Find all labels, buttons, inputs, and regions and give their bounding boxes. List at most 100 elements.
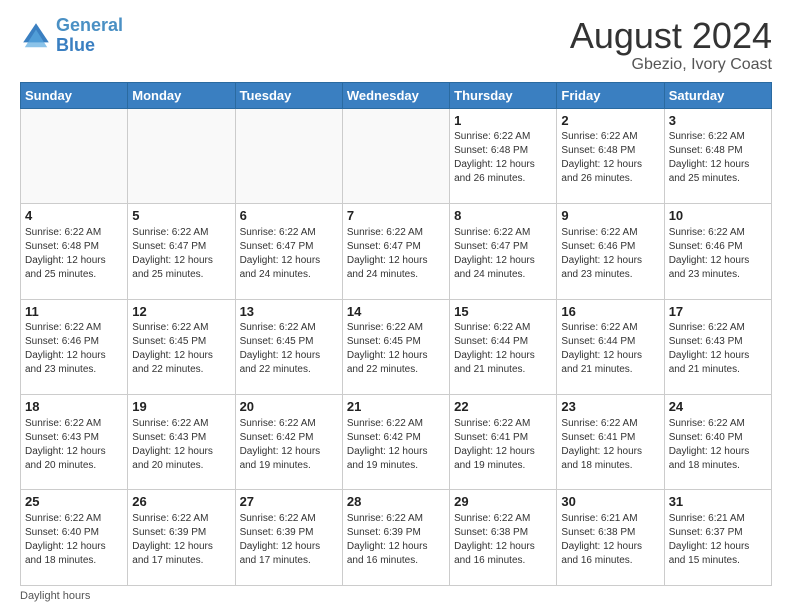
calendar-header-row: SundayMondayTuesdayWednesdayThursdayFrid… <box>21 82 772 108</box>
calendar-cell: 21Sunrise: 6:22 AM Sunset: 6:42 PM Dayli… <box>342 395 449 490</box>
calendar-cell: 2Sunrise: 6:22 AM Sunset: 6:48 PM Daylig… <box>557 108 664 203</box>
calendar-cell <box>342 108 449 203</box>
calendar-cell: 16Sunrise: 6:22 AM Sunset: 6:44 PM Dayli… <box>557 299 664 394</box>
day-info: Sunrise: 6:22 AM Sunset: 6:47 PM Dayligh… <box>132 226 230 282</box>
calendar-cell: 28Sunrise: 6:22 AM Sunset: 6:39 PM Dayli… <box>342 490 449 586</box>
day-info: Sunrise: 6:22 AM Sunset: 6:45 PM Dayligh… <box>240 321 338 377</box>
day-number: 20 <box>240 398 338 416</box>
calendar-cell: 20Sunrise: 6:22 AM Sunset: 6:42 PM Dayli… <box>235 395 342 490</box>
calendar-cell: 19Sunrise: 6:22 AM Sunset: 6:43 PM Dayli… <box>128 395 235 490</box>
day-info: Sunrise: 6:22 AM Sunset: 6:39 PM Dayligh… <box>347 512 445 568</box>
day-info: Sunrise: 6:22 AM Sunset: 6:47 PM Dayligh… <box>454 226 552 282</box>
day-info: Sunrise: 6:22 AM Sunset: 6:44 PM Dayligh… <box>561 321 659 377</box>
logo-text: General Blue <box>56 16 123 56</box>
col-header-thursday: Thursday <box>450 82 557 108</box>
day-info: Sunrise: 6:22 AM Sunset: 6:39 PM Dayligh… <box>132 512 230 568</box>
day-number: 18 <box>25 398 123 416</box>
calendar-cell: 22Sunrise: 6:22 AM Sunset: 6:41 PM Dayli… <box>450 395 557 490</box>
day-info: Sunrise: 6:22 AM Sunset: 6:41 PM Dayligh… <box>561 417 659 473</box>
calendar-cell: 10Sunrise: 6:22 AM Sunset: 6:46 PM Dayli… <box>664 204 771 299</box>
calendar-cell: 1Sunrise: 6:22 AM Sunset: 6:48 PM Daylig… <box>450 108 557 203</box>
day-info: Sunrise: 6:22 AM Sunset: 6:47 PM Dayligh… <box>240 226 338 282</box>
calendar-cell <box>128 108 235 203</box>
day-number: 9 <box>561 207 659 225</box>
page: General Blue August 2024 Gbezio, Ivory C… <box>0 0 792 612</box>
header: General Blue August 2024 Gbezio, Ivory C… <box>20 16 772 74</box>
day-number: 12 <box>132 303 230 321</box>
day-number: 27 <box>240 493 338 511</box>
day-info: Sunrise: 6:22 AM Sunset: 6:45 PM Dayligh… <box>132 321 230 377</box>
day-info: Sunrise: 6:22 AM Sunset: 6:47 PM Dayligh… <box>347 226 445 282</box>
day-number: 14 <box>347 303 445 321</box>
day-info: Sunrise: 6:22 AM Sunset: 6:39 PM Dayligh… <box>240 512 338 568</box>
day-number: 10 <box>669 207 767 225</box>
day-info: Sunrise: 6:22 AM Sunset: 6:48 PM Dayligh… <box>25 226 123 282</box>
calendar-cell: 18Sunrise: 6:22 AM Sunset: 6:43 PM Dayli… <box>21 395 128 490</box>
day-info: Sunrise: 6:22 AM Sunset: 6:46 PM Dayligh… <box>561 226 659 282</box>
day-number: 28 <box>347 493 445 511</box>
day-number: 13 <box>240 303 338 321</box>
day-number: 5 <box>132 207 230 225</box>
calendar-cell: 7Sunrise: 6:22 AM Sunset: 6:47 PM Daylig… <box>342 204 449 299</box>
day-number: 24 <box>669 398 767 416</box>
calendar-week-0: 1Sunrise: 6:22 AM Sunset: 6:48 PM Daylig… <box>21 108 772 203</box>
day-number: 7 <box>347 207 445 225</box>
calendar-cell: 11Sunrise: 6:22 AM Sunset: 6:46 PM Dayli… <box>21 299 128 394</box>
day-number: 25 <box>25 493 123 511</box>
calendar-cell: 4Sunrise: 6:22 AM Sunset: 6:48 PM Daylig… <box>21 204 128 299</box>
day-info: Sunrise: 6:22 AM Sunset: 6:46 PM Dayligh… <box>25 321 123 377</box>
calendar-cell: 13Sunrise: 6:22 AM Sunset: 6:45 PM Dayli… <box>235 299 342 394</box>
day-info: Sunrise: 6:21 AM Sunset: 6:38 PM Dayligh… <box>561 512 659 568</box>
day-info: Sunrise: 6:21 AM Sunset: 6:37 PM Dayligh… <box>669 512 767 568</box>
calendar-cell: 27Sunrise: 6:22 AM Sunset: 6:39 PM Dayli… <box>235 490 342 586</box>
day-number: 1 <box>454 112 552 130</box>
calendar-cell: 8Sunrise: 6:22 AM Sunset: 6:47 PM Daylig… <box>450 204 557 299</box>
day-number: 6 <box>240 207 338 225</box>
col-header-tuesday: Tuesday <box>235 82 342 108</box>
day-number: 23 <box>561 398 659 416</box>
calendar-week-4: 25Sunrise: 6:22 AM Sunset: 6:40 PM Dayli… <box>21 490 772 586</box>
day-info: Sunrise: 6:22 AM Sunset: 6:40 PM Dayligh… <box>25 512 123 568</box>
logo-icon <box>20 20 52 52</box>
logo: General Blue <box>20 16 123 56</box>
calendar-cell: 29Sunrise: 6:22 AM Sunset: 6:38 PM Dayli… <box>450 490 557 586</box>
calendar-cell: 17Sunrise: 6:22 AM Sunset: 6:43 PM Dayli… <box>664 299 771 394</box>
day-info: Sunrise: 6:22 AM Sunset: 6:48 PM Dayligh… <box>561 130 659 186</box>
day-number: 8 <box>454 207 552 225</box>
calendar-cell: 14Sunrise: 6:22 AM Sunset: 6:45 PM Dayli… <box>342 299 449 394</box>
day-info: Sunrise: 6:22 AM Sunset: 6:48 PM Dayligh… <box>454 130 552 186</box>
logo-general: General <box>56 15 123 35</box>
col-header-monday: Monday <box>128 82 235 108</box>
subtitle: Gbezio, Ivory Coast <box>570 56 772 74</box>
calendar-week-2: 11Sunrise: 6:22 AM Sunset: 6:46 PM Dayli… <box>21 299 772 394</box>
footer-note: Daylight hours <box>20 590 772 602</box>
logo-blue: Blue <box>56 35 95 55</box>
day-number: 4 <box>25 207 123 225</box>
day-number: 16 <box>561 303 659 321</box>
day-info: Sunrise: 6:22 AM Sunset: 6:42 PM Dayligh… <box>347 417 445 473</box>
calendar-cell: 31Sunrise: 6:21 AM Sunset: 6:37 PM Dayli… <box>664 490 771 586</box>
day-number: 21 <box>347 398 445 416</box>
calendar-cell: 26Sunrise: 6:22 AM Sunset: 6:39 PM Dayli… <box>128 490 235 586</box>
day-number: 11 <box>25 303 123 321</box>
day-info: Sunrise: 6:22 AM Sunset: 6:46 PM Dayligh… <box>669 226 767 282</box>
calendar-cell: 6Sunrise: 6:22 AM Sunset: 6:47 PM Daylig… <box>235 204 342 299</box>
day-number: 15 <box>454 303 552 321</box>
calendar-cell <box>235 108 342 203</box>
day-info: Sunrise: 6:22 AM Sunset: 6:48 PM Dayligh… <box>669 130 767 186</box>
day-number: 26 <box>132 493 230 511</box>
col-header-wednesday: Wednesday <box>342 82 449 108</box>
calendar-cell: 3Sunrise: 6:22 AM Sunset: 6:48 PM Daylig… <box>664 108 771 203</box>
calendar-cell: 23Sunrise: 6:22 AM Sunset: 6:41 PM Dayli… <box>557 395 664 490</box>
day-number: 31 <box>669 493 767 511</box>
calendar-cell: 9Sunrise: 6:22 AM Sunset: 6:46 PM Daylig… <box>557 204 664 299</box>
day-number: 2 <box>561 112 659 130</box>
day-info: Sunrise: 6:22 AM Sunset: 6:44 PM Dayligh… <box>454 321 552 377</box>
calendar-cell <box>21 108 128 203</box>
calendar-cell: 24Sunrise: 6:22 AM Sunset: 6:40 PM Dayli… <box>664 395 771 490</box>
col-header-saturday: Saturday <box>664 82 771 108</box>
day-number: 22 <box>454 398 552 416</box>
calendar-cell: 5Sunrise: 6:22 AM Sunset: 6:47 PM Daylig… <box>128 204 235 299</box>
day-number: 29 <box>454 493 552 511</box>
day-info: Sunrise: 6:22 AM Sunset: 6:43 PM Dayligh… <box>132 417 230 473</box>
